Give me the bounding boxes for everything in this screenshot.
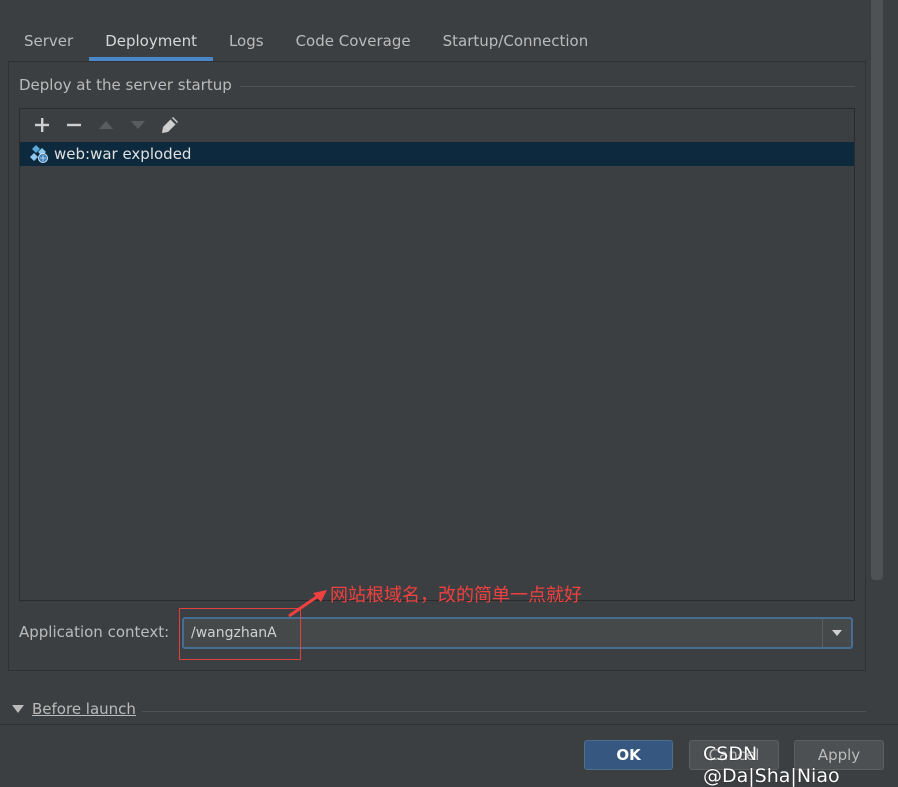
vertical-scrollbar[interactable] [871, 0, 883, 580]
remove-button[interactable] [58, 111, 90, 139]
triangle-down-icon [12, 705, 24, 713]
annotation-arrow-icon [288, 590, 327, 618]
before-launch-toggle[interactable]: Before launch [12, 700, 136, 718]
artifact-label: web:war exploded [54, 145, 192, 163]
add-button[interactable] [26, 111, 58, 139]
edit-icon [162, 117, 178, 133]
move-up-button[interactable] [90, 111, 122, 139]
list-item[interactable]: web:war exploded [20, 142, 854, 166]
tab-server[interactable]: Server [8, 20, 89, 61]
footer-divider [0, 724, 898, 725]
deploy-group-title: Deploy at the server startup [19, 76, 240, 94]
application-context-label: Application context: [19, 623, 170, 641]
list-toolbar [20, 109, 186, 141]
deploy-artifact-list[interactable]: web:war exploded [19, 108, 855, 601]
ok-button[interactable]: OK [584, 740, 673, 770]
move-down-icon [131, 121, 145, 129]
annotation-note: 网站根域名，改的简单一点就好 [330, 585, 582, 606]
before-launch-separator [142, 711, 866, 712]
artifact-exploded-icon [30, 144, 50, 164]
move-up-icon [99, 121, 113, 129]
group-separator [230, 86, 855, 87]
cancel-button[interactable]: Cancel [689, 740, 779, 770]
move-down-button[interactable] [122, 111, 154, 139]
tab-code-coverage[interactable]: Code Coverage [280, 20, 427, 61]
edit-button[interactable] [154, 111, 186, 139]
add-icon [35, 118, 49, 132]
tab-logs[interactable]: Logs [213, 20, 280, 61]
application-context-combo[interactable] [182, 617, 853, 649]
before-launch-label: Before launch [32, 700, 136, 718]
chevron-down-icon [832, 630, 842, 636]
tab-deployment[interactable]: Deployment [89, 20, 213, 61]
remove-icon [67, 123, 81, 127]
tab-startup-connection[interactable]: Startup/Connection [427, 20, 605, 61]
apply-button[interactable]: Apply [794, 740, 884, 770]
combo-dropdown-button[interactable] [822, 619, 851, 647]
tab-bar: Server Deployment Logs Code Coverage Sta… [8, 20, 604, 61]
application-context-input[interactable] [184, 618, 822, 648]
